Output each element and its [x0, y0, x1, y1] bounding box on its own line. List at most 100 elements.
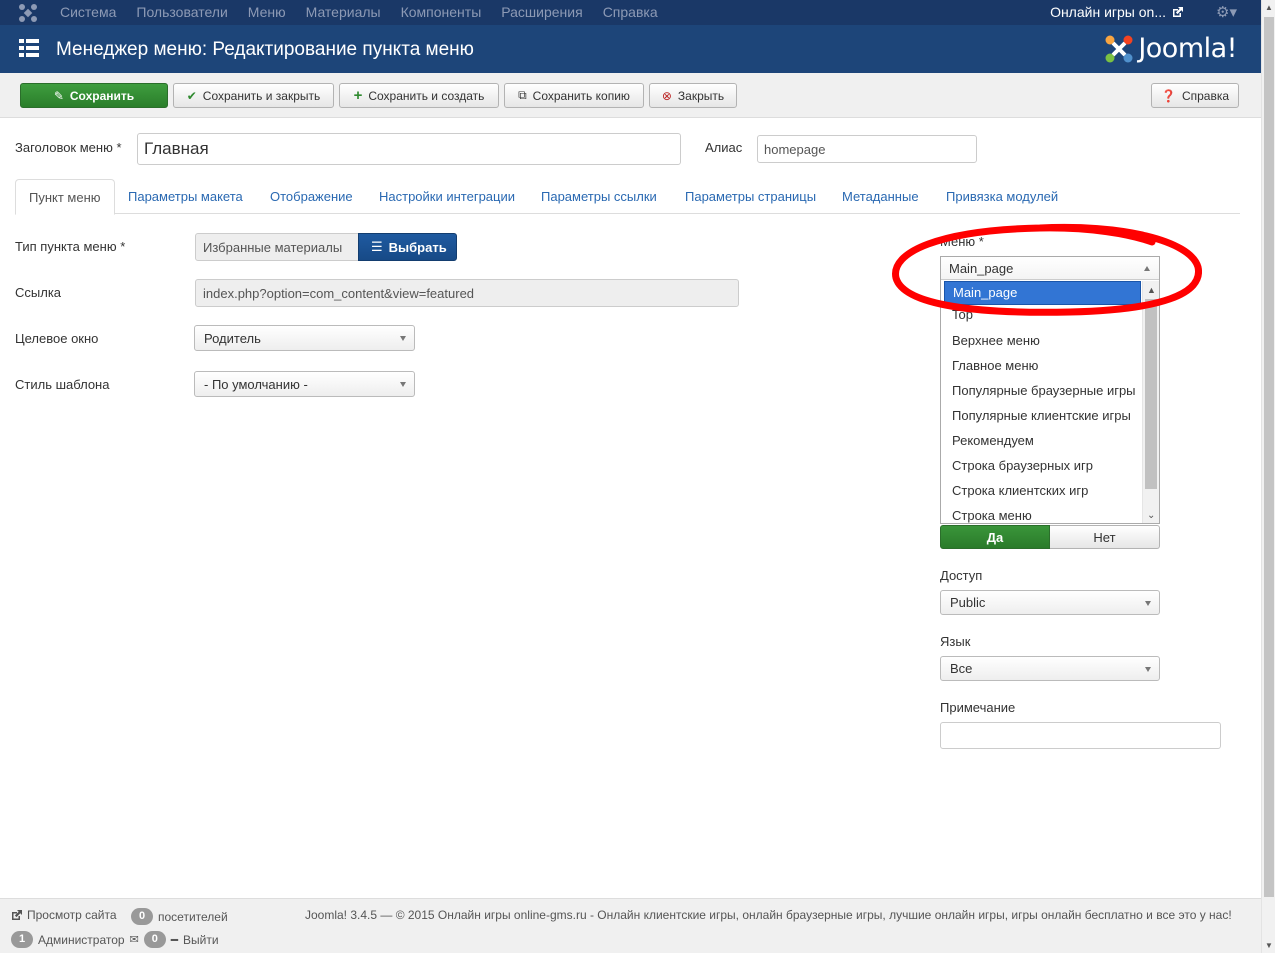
toggle-no-button[interactable]: Нет — [1050, 525, 1160, 549]
language-label: Язык — [940, 634, 971, 649]
menu-item-help[interactable]: Справка — [603, 4, 658, 20]
link-field: index.php?option=com_content&view=featur… — [195, 279, 739, 307]
save-button-label: Сохранить — [69, 88, 135, 103]
tab-menu-item[interactable]: Пункт меню — [15, 179, 115, 215]
scroll-up-icon[interactable]: ▲ — [1147, 285, 1156, 295]
title-label: Заголовок меню * — [15, 140, 122, 155]
menu-option[interactable]: Top — [944, 304, 1141, 328]
language-value: Все — [950, 661, 973, 676]
tab-module-assignment[interactable]: Привязка модулей — [933, 179, 1071, 214]
menu-item-menus[interactable]: Меню — [248, 4, 286, 20]
access-select[interactable]: Public — [940, 590, 1160, 615]
admin-badge: 1 — [11, 931, 33, 948]
alias-input[interactable]: homepage — [757, 135, 977, 163]
scroll-down-icon[interactable]: ▼ — [1265, 941, 1273, 950]
page-scrollbar-thumb[interactable] — [1264, 17, 1274, 897]
scroll-up-icon[interactable]: ▲ — [1265, 3, 1273, 12]
save-copy-label: Сохранить копию — [532, 88, 630, 103]
menu-item-components[interactable]: Компоненты — [401, 4, 482, 20]
menu-option[interactable]: Строка меню — [944, 503, 1141, 523]
home-toggle: Да Нет — [940, 525, 1160, 549]
menu-item-extensions[interactable]: Расширения — [501, 4, 582, 20]
check-icon: ✔ — [186, 88, 197, 103]
note-input[interactable] — [940, 722, 1221, 749]
toggle-yes-button[interactable]: Да — [940, 525, 1050, 549]
page-title: Менеджер меню: Редактирование пункта мен… — [56, 39, 474, 60]
plus-icon: + — [353, 87, 363, 104]
status-footer: Просмотр сайта 0 посетителей 1 Администр… — [0, 898, 1261, 953]
target-window-label: Целевое окно — [15, 331, 99, 346]
site-link[interactable]: Онлайн игры on... — [1050, 4, 1183, 20]
menu-select-current[interactable]: Main_page — [941, 257, 1159, 280]
copyright-text: Joomla! 3.4.5 — © 2015 Онлайн игры onlin… — [305, 908, 1232, 922]
menu-item-users[interactable]: Пользователи — [136, 4, 227, 20]
external-link-icon — [1173, 6, 1183, 17]
menu-options-list: Main_page Top Верхнее меню Главное меню … — [944, 281, 1141, 523]
top-navbar: Система Пользователи Меню Материалы Комп… — [0, 0, 1261, 25]
joomla-brand-icon — [1105, 35, 1133, 62]
menu-item-content[interactable]: Материалы — [306, 4, 381, 20]
minus-icon: ━ — [170, 932, 179, 947]
menu-select-dropdown[interactable]: Main_page Main_page Top Верхнее меню Гла… — [940, 256, 1160, 524]
page-header: Менеджер меню: Редактирование пункта мен… — [0, 25, 1261, 73]
external-link-icon — [12, 909, 22, 920]
select-type-button[interactable]: ☰ Выбрать — [358, 233, 457, 261]
menu-select-current-value: Main_page — [949, 260, 1014, 276]
scroll-down-icon[interactable]: ⌄ — [1147, 510, 1155, 521]
save-new-button[interactable]: + Сохранить и создать — [339, 83, 499, 108]
menu-option[interactable]: Строка браузерных игр — [944, 453, 1141, 478]
tab-page-params[interactable]: Параметры страницы — [672, 179, 829, 214]
tab-layout-params[interactable]: Параметры макета — [115, 179, 256, 214]
joomla-logo-icon[interactable] — [18, 3, 38, 23]
menu-option[interactable]: Главное меню — [944, 353, 1141, 378]
close-button[interactable]: ⊗ Закрыть — [649, 83, 737, 108]
access-label: Доступ — [940, 568, 983, 583]
admin-counter: 1 Администратор ✉ 0 ━ Выйти — [11, 931, 219, 948]
title-input[interactable]: Главная — [137, 133, 681, 165]
main-menu: Система Пользователи Меню Материалы Комп… — [60, 4, 658, 20]
menu-option[interactable]: Main_page — [944, 281, 1141, 305]
save-button[interactable]: ✎ Сохранить — [20, 83, 168, 108]
link-label: Ссылка — [15, 285, 62, 300]
list-icon: ☰ — [371, 239, 383, 254]
scrollbar-thumb[interactable] — [1145, 299, 1157, 489]
alias-label: Алиас — [705, 140, 743, 155]
logout-link[interactable]: Выйти — [183, 933, 219, 947]
page-scrollbar[interactable]: ▲ ▼ — [1261, 0, 1275, 953]
cancel-icon: ⊗ — [661, 88, 672, 103]
save-close-button[interactable]: ✔ Сохранить и закрыть — [173, 83, 334, 108]
listbox-scrollbar[interactable]: ▲ ⌄ — [1142, 281, 1159, 523]
toolbar: ✎ Сохранить ✔ Сохранить и закрыть + Сохр… — [0, 73, 1261, 118]
tab-metadata[interactable]: Метаданные — [829, 179, 932, 214]
copy-icon: ⧉ — [518, 88, 527, 102]
menu-item-type-label: Тип пункта меню * — [15, 239, 126, 254]
messages-badge: 0 — [143, 931, 166, 948]
caret-down-icon — [400, 382, 406, 387]
tab-display[interactable]: Отображение — [257, 179, 366, 214]
menu-item-system[interactable]: Система — [60, 4, 116, 20]
tab-link-params[interactable]: Параметры ссылки — [528, 179, 670, 214]
brand-text: Joomla! — [1138, 33, 1237, 64]
menu-option[interactable]: Строка клиентских игр — [944, 478, 1141, 503]
menu-option[interactable]: Рекомендуем — [944, 428, 1141, 453]
help-label: Справка — [1181, 88, 1230, 103]
menu-option[interactable]: Популярные клиентские игры — [944, 403, 1141, 428]
select-type-label: Выбрать — [388, 239, 447, 255]
target-window-value: Родитель — [204, 330, 261, 346]
help-button[interactable]: ❓ Справка — [1151, 83, 1239, 108]
caret-down-icon — [1145, 666, 1151, 672]
view-site-link[interactable]: Просмотр сайта — [11, 908, 117, 922]
menu-option[interactable]: Популярные браузерные игры — [944, 378, 1141, 403]
joomla-brand: Joomla! — [1104, 33, 1237, 64]
caret-down-icon — [1145, 600, 1151, 606]
target-window-select[interactable]: Родитель — [194, 325, 415, 351]
admin-label: Администратор — [38, 932, 125, 947]
gear-icon[interactable]: ⚙▾ — [1216, 3, 1237, 21]
language-select[interactable]: Все — [940, 656, 1160, 681]
save-copy-button[interactable]: ⧉ Сохранить копию — [504, 83, 644, 108]
menu-option[interactable]: Верхнее меню — [944, 328, 1141, 353]
template-style-select[interactable]: - По умолчанию - — [194, 371, 415, 397]
tab-integration[interactable]: Настройки интеграции — [366, 179, 528, 214]
envelope-icon: ✉ — [129, 934, 139, 946]
edit-icon: ✎ — [53, 88, 64, 103]
